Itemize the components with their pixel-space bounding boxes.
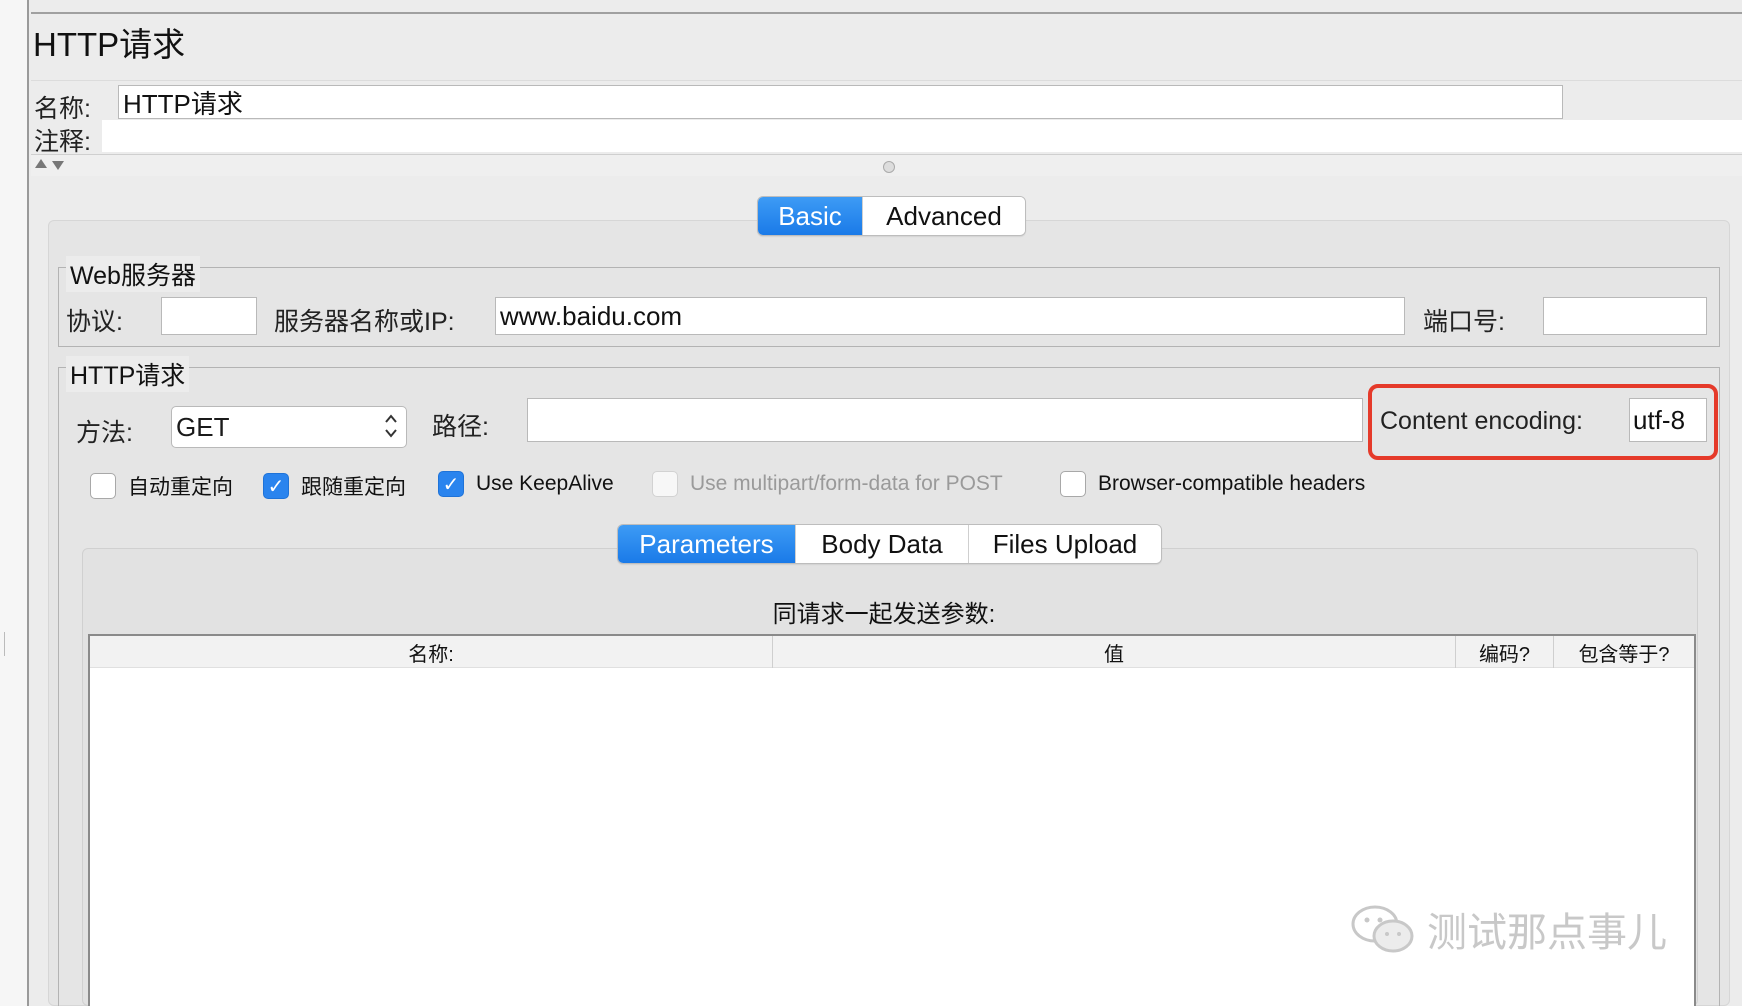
pane-resize-nub[interactable]	[0, 632, 5, 656]
path-label: 路径:	[432, 413, 489, 441]
watermark-text: 测试那点事儿	[1427, 911, 1667, 955]
tab-body-data[interactable]: Body Data	[796, 525, 969, 563]
config-tabs: Basic Advanced	[757, 196, 1026, 236]
table-header: 名称: 值 编码? 包含等于?	[90, 636, 1694, 668]
browser-headers-label: Browser-compatible headers	[1098, 472, 1366, 495]
follow-redirect-label: 跟随重定向	[301, 476, 406, 499]
chevron-updown-icon	[385, 414, 397, 438]
wechat-watermark: 测试那点事儿	[1349, 900, 1667, 958]
encoding-label: Content encoding:	[1380, 407, 1583, 435]
path-input[interactable]	[527, 398, 1363, 442]
wechat-logo-icon	[1351, 905, 1414, 953]
method-select[interactable]: GET	[171, 406, 407, 448]
column-header-encode[interactable]: 编码?	[1456, 636, 1554, 668]
auto-redirect-label: 自动重定向	[128, 476, 233, 499]
tab-parameters[interactable]: Parameters	[618, 525, 796, 563]
http-request-legend: HTTP请求	[66, 356, 190, 392]
keepalive-label: Use KeepAlive	[476, 472, 614, 495]
comment-label: 注释:	[34, 128, 91, 156]
divider-grip-icon[interactable]	[883, 161, 895, 173]
checkbox-box[interactable]	[1060, 471, 1086, 497]
auto-redirect-checkbox[interactable]: 自动重定向	[90, 471, 233, 501]
check-icon[interactable]: ✓	[438, 471, 464, 497]
left-tree-pane-edge	[0, 0, 29, 1006]
tab-files-upload[interactable]: Files Upload	[969, 525, 1161, 563]
keepalive-checkbox[interactable]: ✓ Use KeepAlive	[438, 471, 614, 497]
params-caption: 同请求一起发送参数:	[772, 601, 996, 628]
multipart-label: Use multipart/form-data for POST	[690, 472, 1003, 495]
tab-advanced[interactable]: Advanced	[863, 197, 1025, 235]
param-tabs: Parameters Body Data Files Upload	[617, 524, 1162, 564]
panel-title: HTTP请求	[33, 26, 186, 63]
collapse-up-icon[interactable]	[35, 159, 47, 168]
protocol-input[interactable]	[161, 297, 257, 335]
checkbox-box[interactable]	[90, 473, 116, 499]
column-header-include-equals[interactable]: 包含等于?	[1554, 636, 1694, 668]
name-input[interactable]: HTTP请求	[118, 85, 1563, 119]
browser-headers-checkbox[interactable]: Browser-compatible headers	[1060, 471, 1365, 497]
split-divider[interactable]	[31, 154, 1742, 176]
name-label: 名称:	[34, 95, 91, 123]
method-label: 方法:	[76, 419, 133, 447]
server-label: 服务器名称或IP:	[274, 308, 455, 336]
encoding-input[interactable]: utf-8	[1629, 398, 1707, 442]
port-label: 端口号:	[1423, 308, 1505, 336]
method-value: GET	[176, 411, 230, 442]
checkbox-box	[652, 471, 678, 497]
multipart-checkbox: Use multipart/form-data for POST	[652, 471, 1003, 497]
port-input[interactable]	[1543, 297, 1707, 335]
protocol-label: 协议:	[66, 308, 123, 336]
column-header-value[interactable]: 值	[773, 636, 1456, 668]
collapse-down-icon[interactable]	[52, 161, 64, 170]
comment-input[interactable]	[102, 120, 1742, 152]
tab-basic[interactable]: Basic	[758, 197, 863, 235]
web-server-legend: Web服务器	[66, 256, 200, 292]
follow-redirect-checkbox[interactable]: ✓ 跟随重定向	[263, 471, 406, 501]
column-header-name[interactable]: 名称:	[90, 636, 773, 668]
server-input[interactable]: www.baidu.com	[495, 297, 1405, 335]
check-icon[interactable]: ✓	[263, 473, 289, 499]
